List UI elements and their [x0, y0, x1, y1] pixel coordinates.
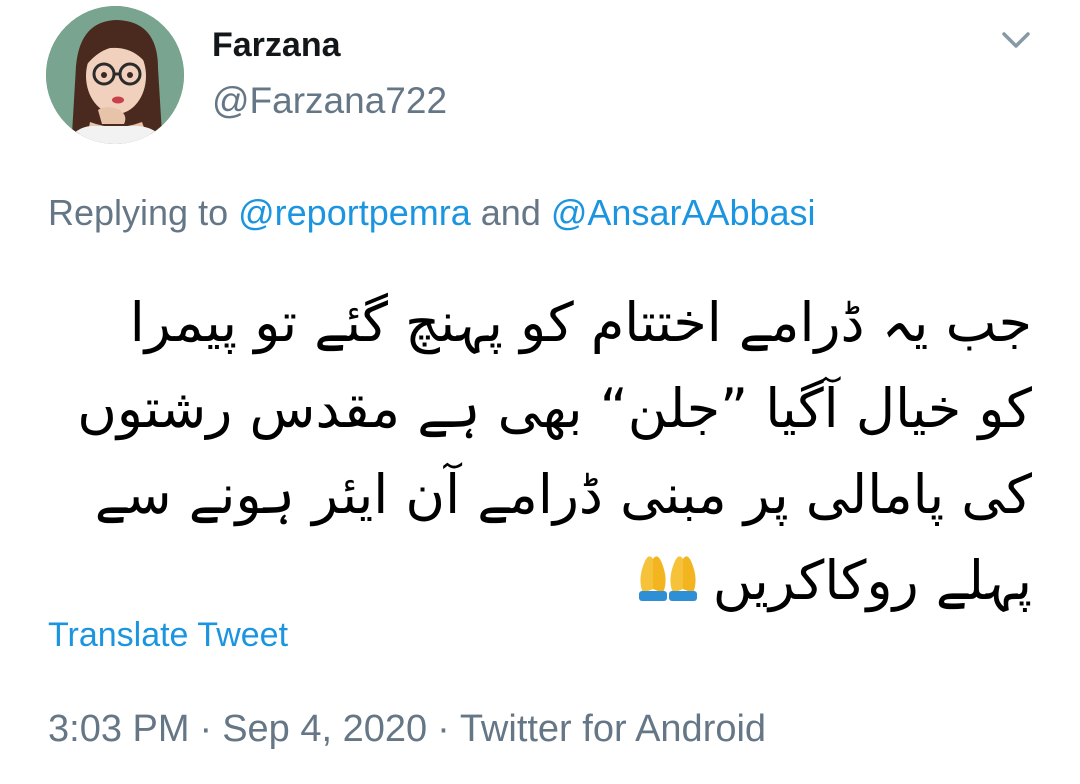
reply-prefix: Replying to: [48, 192, 229, 233]
mention-link-ansaraabbasi[interactable]: @AnsarAAbbasi: [551, 192, 816, 233]
reply-context: Replying to @reportpemra and @AnsarAAbba…: [48, 192, 816, 234]
mention-link-reportpemra[interactable]: @reportpemra: [238, 192, 471, 233]
tweet-date[interactable]: Sep 4, 2020: [222, 708, 427, 750]
author-handle[interactable]: @Farzana722: [212, 80, 447, 122]
tweet-text: جب یہ ڈرامے اختتام کو پہنچ گئے تو پیمرا …: [32, 280, 1032, 630]
tweet-menu-button[interactable]: [996, 24, 1036, 56]
tweet-text-fragment: پہلے روکاکریں: [712, 549, 1032, 612]
profile-avatar-icon: [46, 6, 184, 144]
tweet-meta: 3:03 PM · Sep 4, 2020 · Twitter for Android: [48, 708, 766, 751]
tweet-time[interactable]: 3:03 PM: [48, 708, 190, 750]
meta-separator: ·: [199, 708, 213, 750]
tweet-card: Farzana @Farzana722 Replying to @reportp…: [0, 0, 1080, 784]
translate-tweet-link[interactable]: Translate Tweet: [48, 616, 288, 655]
author-display-name[interactable]: Farzana: [212, 26, 341, 65]
tweet-text-line: کو خیال آگیا ”جلن“ بھی ہے مقدس رشتوں: [77, 377, 1032, 440]
folded-hands-icon: [631, 544, 705, 630]
avatar[interactable]: [46, 6, 184, 144]
reply-conjunction: and: [480, 192, 541, 233]
tweet-text-line: جب یہ ڈرامے اختتام کو پہنچ گئے تو پیمرا: [129, 291, 1032, 354]
chevron-down-icon: [1002, 32, 1030, 48]
meta-separator: ·: [437, 708, 450, 750]
tweet-text-line: کی پامالی پر مبنی ڈرامے آن ایئر ہونے سے: [94, 463, 1032, 526]
tweet-source-link[interactable]: Twitter for Android: [460, 708, 766, 750]
